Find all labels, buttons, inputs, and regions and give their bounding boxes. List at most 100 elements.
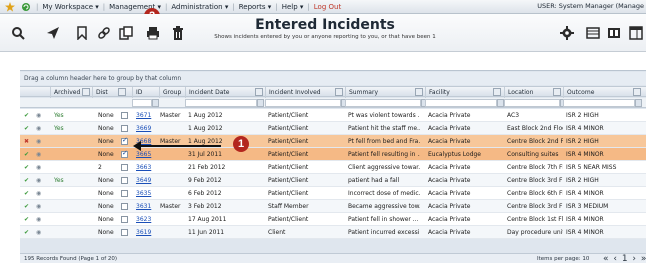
incident-date-cell: 1 Aug 2012	[188, 112, 223, 119]
table-row[interactable]: ✔ ◉ Yes None 3649 9 Feb 2012 Patient/Client pat…	[20, 174, 646, 187]
filter-menu-icon[interactable]	[415, 88, 423, 96]
view-icon[interactable]: ◉	[36, 109, 46, 122]
table-row[interactable]: ✔◉None366531 Jul 2011Patient/ClientPatie…	[20, 148, 646, 161]
col-outcome[interactable]: Outcome	[563, 87, 633, 98]
involved-filter-input[interactable]	[265, 99, 341, 107]
status-check-icon[interactable]: ✔	[24, 148, 34, 161]
status-check-icon[interactable]: ✔	[24, 226, 34, 239]
nav-logout[interactable]: Log Out	[314, 3, 341, 11]
view-icon[interactable]: ◉	[36, 213, 46, 226]
col-incident-involved[interactable]: Incident Involved	[265, 87, 335, 98]
copy-icon[interactable]	[118, 25, 134, 41]
print-icon[interactable]	[145, 25, 161, 41]
archived-cell	[54, 135, 80, 148]
incident-id-link[interactable]: 3635	[136, 187, 158, 200]
location-filter-input[interactable]	[504, 99, 560, 107]
outcome-filter-input[interactable]	[563, 99, 635, 107]
row-checkbox[interactable]	[121, 164, 128, 171]
view-icon[interactable]: ◉	[36, 187, 46, 200]
filter-icon[interactable]	[257, 99, 264, 107]
table-row[interactable]: ✔ ◉ None 3619 11 Jun 2011 Client Patient incur…	[20, 226, 646, 239]
nav-administration[interactable]: Administration	[171, 3, 222, 11]
link-icon[interactable]	[96, 25, 112, 41]
table-row[interactable]: ✔ ◉ Yes None 3671 Master 1 Aug 2012 Patient/Cli…	[20, 109, 646, 122]
settings-gear-icon[interactable]	[559, 25, 575, 41]
row-checkbox[interactable]	[121, 216, 128, 223]
col-archived[interactable]: Archived	[50, 87, 82, 98]
filter-menu-icon[interactable]	[633, 88, 641, 96]
outcome-cell: ISR 2 HIGH	[566, 138, 599, 145]
filter-icon[interactable]	[635, 99, 642, 107]
row-checkbox[interactable]	[121, 112, 128, 119]
view-icon[interactable]: ◉	[36, 148, 46, 161]
filter-menu-icon[interactable]	[335, 88, 343, 96]
table-row[interactable]: ✖◉None3668Master1 Aug 2012Patient/Client…	[20, 135, 646, 148]
nav-my-workspace[interactable]: My Workspace	[42, 3, 93, 11]
panel-icon[interactable]	[628, 25, 644, 41]
outcome-cell: ISR 4 MINOR	[566, 190, 604, 197]
facility-filter-input[interactable]	[425, 99, 497, 107]
row-checkbox[interactable]	[121, 125, 128, 132]
col-id[interactable]: ID	[132, 87, 156, 98]
date-filter-input[interactable]	[185, 99, 257, 107]
view-icon[interactable]: ◉	[36, 135, 46, 148]
view-icon[interactable]: ◉	[36, 200, 46, 213]
pager-controls[interactable]: « ‹ 1 › »	[603, 254, 646, 263]
status-check-icon[interactable]: ✔	[24, 122, 34, 135]
col-group[interactable]: Group	[159, 87, 185, 98]
status-check-icon[interactable]: ✔	[24, 174, 34, 187]
send-icon[interactable]	[45, 25, 61, 41]
col-incident-date[interactable]: Incident Date	[185, 87, 255, 98]
incident-id-link[interactable]: 3671	[136, 109, 158, 122]
status-check-icon[interactable]: ✔	[24, 213, 34, 226]
view-icon[interactable]: ◉	[36, 226, 46, 239]
col-facility[interactable]: Facility	[425, 87, 495, 98]
id-filter-input[interactable]	[132, 99, 152, 107]
incident-id-link[interactable]: 3663	[136, 161, 158, 174]
incident-id-link[interactable]: 3669	[136, 122, 158, 135]
table-row[interactable]: ✔ ◉ None 3635 6 Feb 2012 Patient/Client Incorr…	[20, 187, 646, 200]
table-row[interactable]: ✔ ◉ 2 3663 21 Feb 2012 Patient/Client Client a…	[20, 161, 646, 174]
view-icon[interactable]: ◉	[36, 122, 46, 135]
status-check-icon[interactable]: ✔	[24, 200, 34, 213]
refresh-icon[interactable]	[20, 1, 32, 13]
incident-id-link[interactable]: 3649	[136, 174, 158, 187]
filter-menu-icon[interactable]	[493, 88, 501, 96]
col-dist[interactable]: Dist	[92, 87, 120, 98]
nav-help[interactable]: Help	[282, 3, 298, 11]
table-row[interactable]: ✔ ◉ Yes None 3669 1 Aug 2012 Patient/Client Pat…	[20, 122, 646, 135]
filter-menu-icon[interactable]	[82, 88, 90, 96]
incident-id-link[interactable]: 3623	[136, 213, 158, 226]
status-check-icon[interactable]: ✔	[24, 161, 34, 174]
filter-menu-icon[interactable]	[255, 88, 263, 96]
view-icon[interactable]: ◉	[36, 161, 46, 174]
filter-menu-icon[interactable]	[118, 88, 126, 96]
incidents-grid: Drag a column header here to group by th…	[20, 70, 646, 263]
col-summary[interactable]: Summary	[345, 87, 415, 98]
summary-filter-input[interactable]	[345, 99, 421, 107]
error-x-icon[interactable]: ✖	[24, 135, 34, 148]
columns-icon[interactable]	[606, 25, 622, 41]
row-checkbox[interactable]	[121, 203, 128, 210]
incident-id-link[interactable]: 3631	[136, 200, 158, 213]
filter-icon[interactable]	[152, 99, 159, 107]
filter-menu-icon[interactable]	[553, 88, 561, 96]
items-per-page[interactable]: Items per page: 10	[537, 256, 589, 262]
nav-reports[interactable]: Reports	[239, 3, 266, 11]
row-checkbox[interactable]	[121, 136, 128, 145]
row-checkbox[interactable]	[121, 177, 128, 184]
search-icon[interactable]	[10, 25, 26, 41]
table-row[interactable]: ✔ ◉ None 3631 Master 3 Feb 2012 Staff Member Be…	[20, 200, 646, 213]
table-row[interactable]: ✔ ◉ None 3623 17 Aug 2011 Patient/Client Patie…	[20, 213, 646, 226]
filter-icon[interactable]	[497, 99, 504, 107]
row-checkbox[interactable]	[121, 229, 128, 236]
star-icon[interactable]	[4, 1, 16, 13]
incident-id-link[interactable]: 3619	[136, 226, 158, 239]
row-checkbox[interactable]	[121, 190, 128, 197]
grid-view-icon[interactable]	[585, 25, 601, 41]
view-icon[interactable]: ◉	[36, 174, 46, 187]
status-check-icon[interactable]: ✔	[24, 187, 34, 200]
status-check-icon[interactable]: ✔	[24, 109, 34, 122]
row-checkbox[interactable]	[121, 149, 128, 158]
bookmark-icon[interactable]	[74, 25, 90, 41]
